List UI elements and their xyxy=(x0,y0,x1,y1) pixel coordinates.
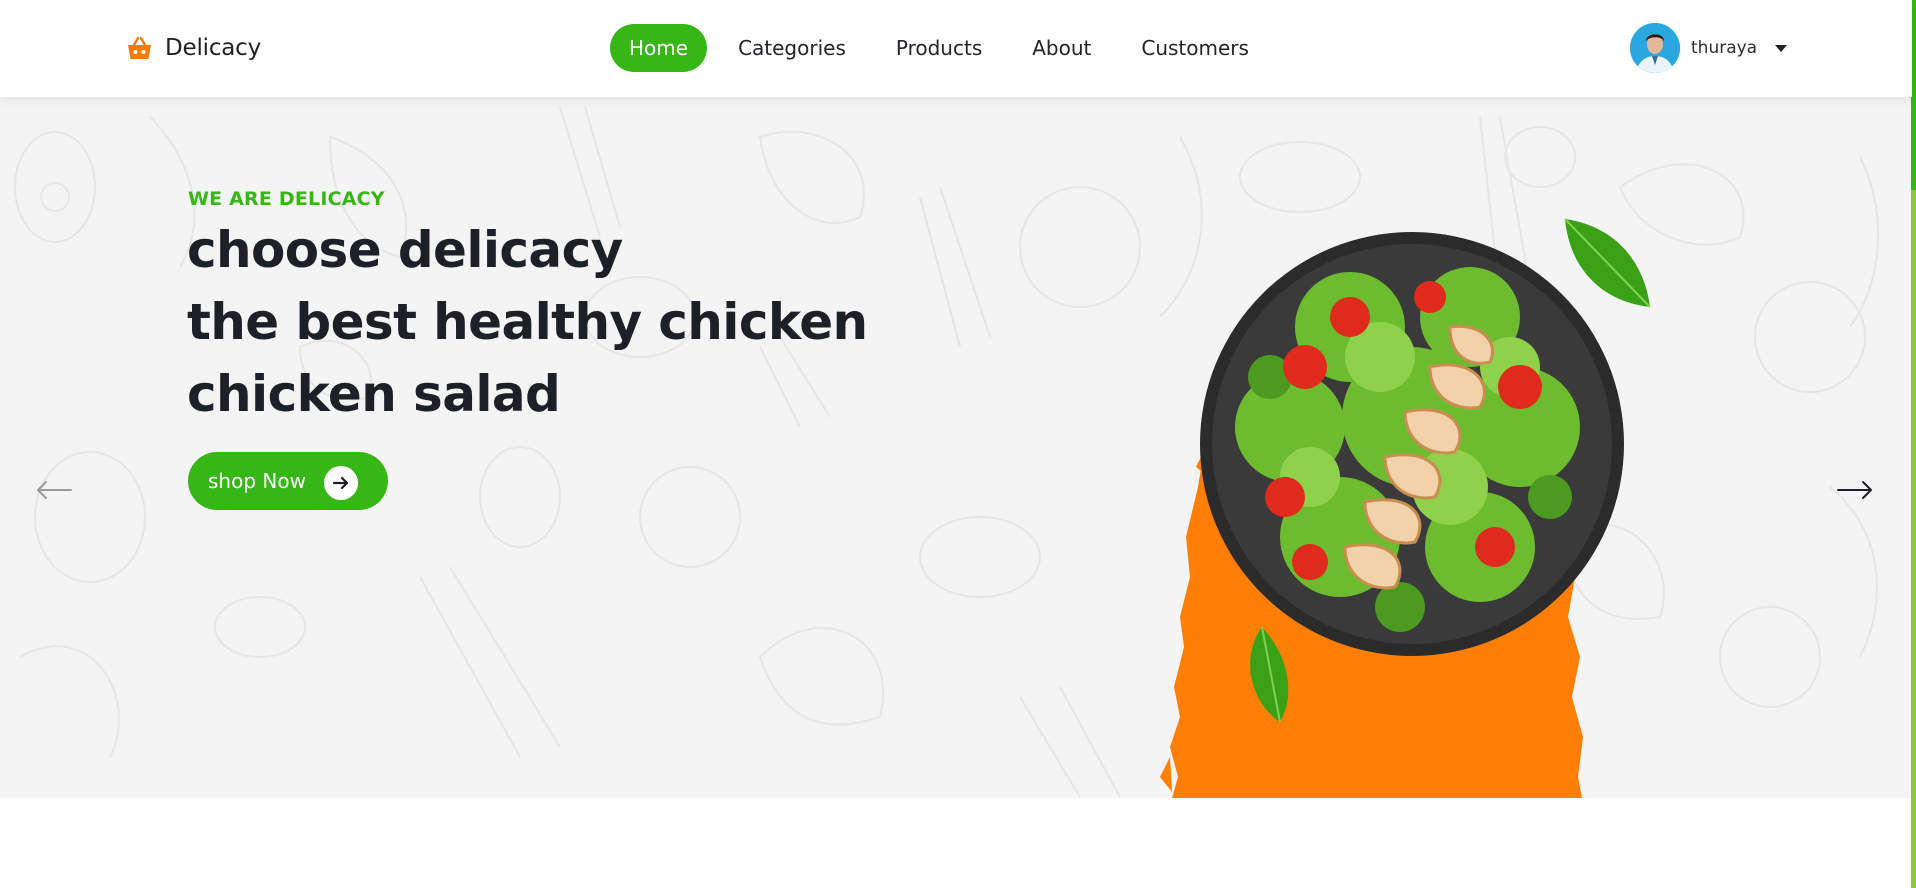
nav-item-customers[interactable]: Customers xyxy=(1122,24,1268,72)
hero-kicker: WE ARE DELICACY xyxy=(188,188,385,210)
shop-now-button[interactable]: shop Now xyxy=(188,452,388,510)
avatar[interactable] xyxy=(1630,23,1680,73)
nav-item-about[interactable]: About xyxy=(1013,24,1110,72)
chicken-salad-bowl xyxy=(1160,218,1651,798)
username: thuraya xyxy=(1691,38,1758,58)
hero-headline-line-2: the best healthy chicken xyxy=(187,293,868,351)
hero-headline-line-3: chicken salad xyxy=(187,365,561,423)
shop-now-label: shop Now xyxy=(208,469,306,493)
nav-item-categories[interactable]: Categories xyxy=(719,24,865,72)
nav-item-home[interactable]: Home xyxy=(610,24,708,72)
main-nav: Home Categories Products About Customers xyxy=(610,24,1280,72)
nav-item-products[interactable]: Products xyxy=(877,24,1001,72)
avatar-icon xyxy=(1630,23,1680,73)
site-header: Delicacy Home Categories Products About … xyxy=(0,0,1912,97)
hero-banner: WE ARE DELICACY choose delicacy the best… xyxy=(0,97,1912,798)
brand-logo[interactable]: Delicacy xyxy=(126,33,261,63)
brand-name: Delicacy xyxy=(165,35,262,61)
arrow-left-icon[interactable] xyxy=(36,480,72,500)
arrow-right-circle-icon xyxy=(324,466,358,500)
caret-down-icon[interactable] xyxy=(1775,44,1788,52)
arrow-right-icon[interactable] xyxy=(1837,480,1873,500)
basket-icon xyxy=(128,36,151,59)
user-menu[interactable]: thuraya xyxy=(1630,23,1788,73)
hero-headline-line-1: choose delicacy xyxy=(187,221,623,279)
